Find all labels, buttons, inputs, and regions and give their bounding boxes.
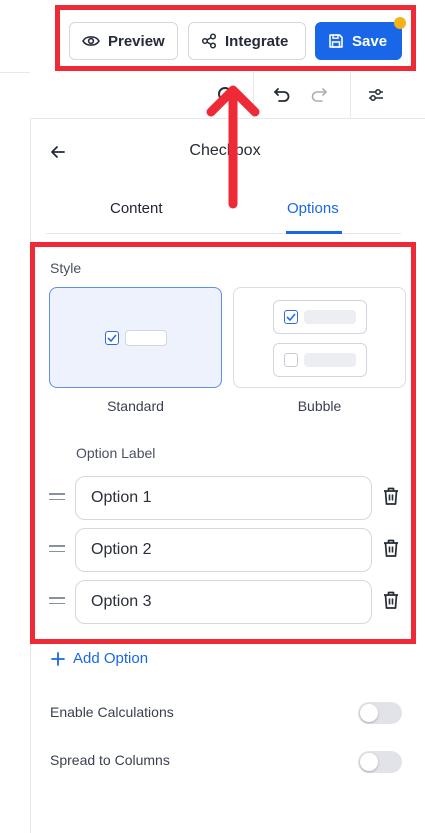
add-option-button[interactable]: Add Option	[51, 650, 148, 667]
highlight-box-options	[30, 242, 416, 644]
tab-options[interactable]: Options	[287, 200, 339, 217]
back-arrow-icon[interactable]	[50, 145, 66, 159]
tabs-divider	[46, 233, 401, 234]
redo-icon[interactable]	[310, 86, 328, 104]
enable-calculations-label: Enable Calculations	[50, 704, 174, 720]
sliders-icon[interactable]	[367, 87, 385, 103]
add-option-label: Add Option	[73, 650, 149, 667]
toolbar-divider	[350, 72, 351, 118]
annotation-arrow-icon	[206, 85, 260, 209]
tab-content[interactable]: Content	[110, 200, 163, 217]
spread-to-columns-label: Spread to Columns	[50, 752, 170, 768]
undo-icon[interactable]	[273, 86, 291, 104]
active-tab-indicator	[286, 231, 342, 234]
plus-icon	[51, 651, 65, 666]
highlight-box-toolbar	[55, 5, 416, 71]
spread-to-columns-toggle[interactable]	[358, 751, 402, 773]
enable-calculations-toggle[interactable]	[358, 702, 402, 724]
